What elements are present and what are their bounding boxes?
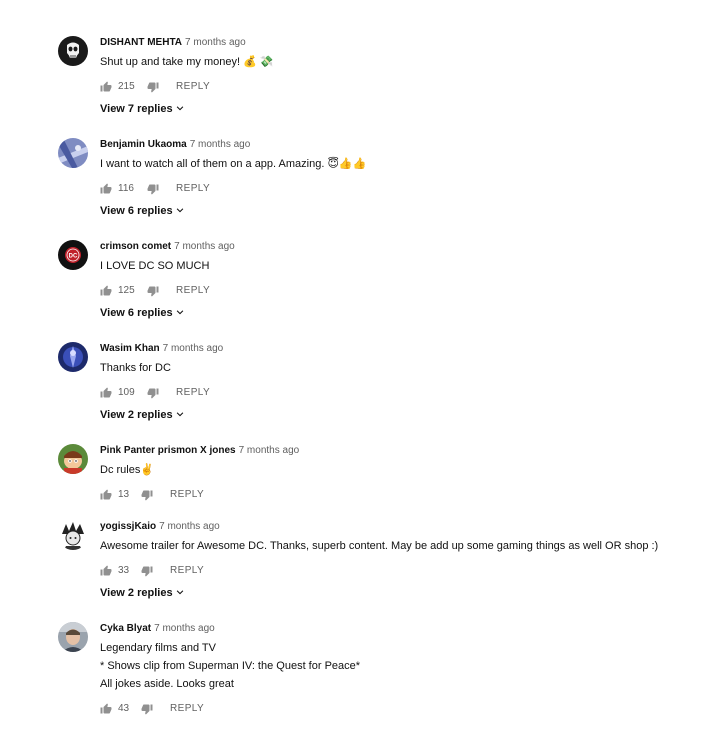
- like-count: 215: [118, 81, 135, 92]
- dc-logo-avatar: DC: [58, 240, 88, 270]
- thumb-down-icon[interactable]: [147, 81, 159, 98]
- comment-header: yogissjKaio 7 months ago: [100, 520, 220, 534]
- author-name[interactable]: Cyka Blyat: [100, 623, 151, 634]
- avatar[interactable]: DC: [58, 240, 88, 270]
- comment-time[interactable]: 7 months ago: [159, 521, 220, 532]
- comment-time[interactable]: 7 months ago: [239, 445, 300, 456]
- avatar[interactable]: [58, 36, 88, 66]
- chevron-down-icon: [175, 307, 185, 321]
- author-name[interactable]: Wasim Khan: [100, 343, 160, 354]
- anime-character-avatar: [58, 520, 88, 550]
- comment-text: I want to watch all of them on a app. Am…: [100, 158, 367, 170]
- view-replies-label: View 2 replies: [100, 587, 173, 599]
- person-photo-avatar: [58, 622, 88, 652]
- reply-button[interactable]: REPLY: [176, 284, 210, 298]
- thumb-down-icon[interactable]: [147, 183, 159, 200]
- comment-header: Pink Panter prismon X jones 7 months ago: [100, 444, 299, 458]
- chevron-down-icon: [175, 103, 185, 117]
- avatar[interactable]: [58, 444, 88, 474]
- thumb-down-icon[interactable]: [141, 489, 153, 506]
- comment-time[interactable]: 7 months ago: [174, 241, 235, 252]
- comment-time[interactable]: 7 months ago: [185, 37, 246, 48]
- like-count: 13: [118, 489, 130, 500]
- like-count: 116: [118, 183, 134, 194]
- view-replies-button[interactable]: View 2 replies: [100, 408, 185, 423]
- view-replies-button[interactable]: View 2 replies: [100, 586, 185, 601]
- thumb-up-icon[interactable]: [100, 81, 112, 98]
- view-replies-button[interactable]: View 6 replies: [100, 204, 185, 219]
- chevron-down-icon: [175, 409, 185, 423]
- chevron-down-icon: [175, 587, 185, 601]
- cartoon-character-avatar: [58, 444, 88, 474]
- author-name[interactable]: Benjamin Ukaoma: [100, 139, 187, 150]
- author-name[interactable]: Pink Panter prismon X jones: [100, 445, 236, 456]
- reply-button[interactable]: REPLY: [176, 182, 210, 196]
- comment-text-line: Legendary films and TV: [100, 642, 216, 654]
- thumb-up-icon[interactable]: [100, 285, 112, 302]
- thumb-down-icon[interactable]: [147, 387, 159, 404]
- comment-header: Benjamin Ukaoma 7 months ago: [100, 138, 250, 152]
- comment-text: Dc rules✌️: [100, 464, 155, 476]
- thumb-up-icon[interactable]: [100, 703, 112, 720]
- like-count: 33: [118, 565, 130, 576]
- view-replies-label: View 2 replies: [100, 409, 173, 421]
- like-count: 43: [118, 703, 130, 714]
- comment-header: crimson comet 7 months ago: [100, 240, 235, 254]
- thumb-up-icon[interactable]: [100, 489, 112, 506]
- author-name[interactable]: DISHANT MEHTA: [100, 37, 182, 48]
- chevron-down-icon: [175, 205, 185, 219]
- comment-time[interactable]: 7 months ago: [163, 343, 224, 354]
- view-replies-button[interactable]: View 6 replies: [100, 306, 185, 321]
- thumb-up-icon[interactable]: [100, 565, 112, 582]
- view-replies-label: View 7 replies: [100, 103, 173, 115]
- like-count: 125: [118, 285, 135, 296]
- thumb-down-icon[interactable]: [147, 285, 159, 302]
- reply-button[interactable]: REPLY: [176, 80, 210, 94]
- thumb-down-icon[interactable]: [141, 703, 153, 720]
- comment-text-line: All jokes aside. Looks great: [100, 678, 234, 690]
- author-name[interactable]: crimson comet: [100, 241, 171, 252]
- comment-text: Shut up and take my money! 💰 💸: [100, 56, 274, 68]
- reply-button[interactable]: REPLY: [170, 488, 204, 502]
- comment-text: Thanks for DC: [100, 362, 171, 374]
- avatar[interactable]: [58, 138, 88, 168]
- view-replies-label: View 6 replies: [100, 205, 173, 217]
- comment-header: DISHANT MEHTA 7 months ago: [100, 36, 246, 50]
- avatar[interactable]: [58, 622, 88, 652]
- comment-time[interactable]: 7 months ago: [190, 139, 251, 150]
- punisher-skull-avatar: [58, 36, 88, 66]
- view-replies-label: View 6 replies: [100, 307, 173, 319]
- comment-time[interactable]: 7 months ago: [154, 623, 215, 634]
- svg-text:DC: DC: [69, 254, 78, 260]
- comment-header: Cyka Blyat 7 months ago: [100, 622, 215, 636]
- comment-text: Awesome trailer for Awesome DC. Thanks, …: [100, 540, 659, 552]
- thumb-down-icon[interactable]: [141, 565, 153, 582]
- like-count: 109: [118, 387, 135, 398]
- view-replies-button[interactable]: View 7 replies: [100, 102, 185, 117]
- avatar[interactable]: [58, 520, 88, 550]
- blue-abstract-avatar: [58, 138, 88, 168]
- author-name[interactable]: yogissjKaio: [100, 521, 156, 532]
- thumb-up-icon[interactable]: [100, 387, 112, 404]
- reply-button[interactable]: REPLY: [176, 386, 210, 400]
- comment-header: Wasim Khan 7 months ago: [100, 342, 223, 356]
- superhero-avatar: [58, 342, 88, 372]
- avatar[interactable]: [58, 342, 88, 372]
- comment-text-line: * Shows clip from Superman IV: the Quest…: [100, 660, 361, 672]
- thumb-up-icon[interactable]: [100, 183, 112, 200]
- reply-button[interactable]: REPLY: [170, 564, 204, 578]
- comment-text: I LOVE DC SO MUCH: [100, 260, 210, 272]
- reply-button[interactable]: REPLY: [170, 702, 204, 716]
